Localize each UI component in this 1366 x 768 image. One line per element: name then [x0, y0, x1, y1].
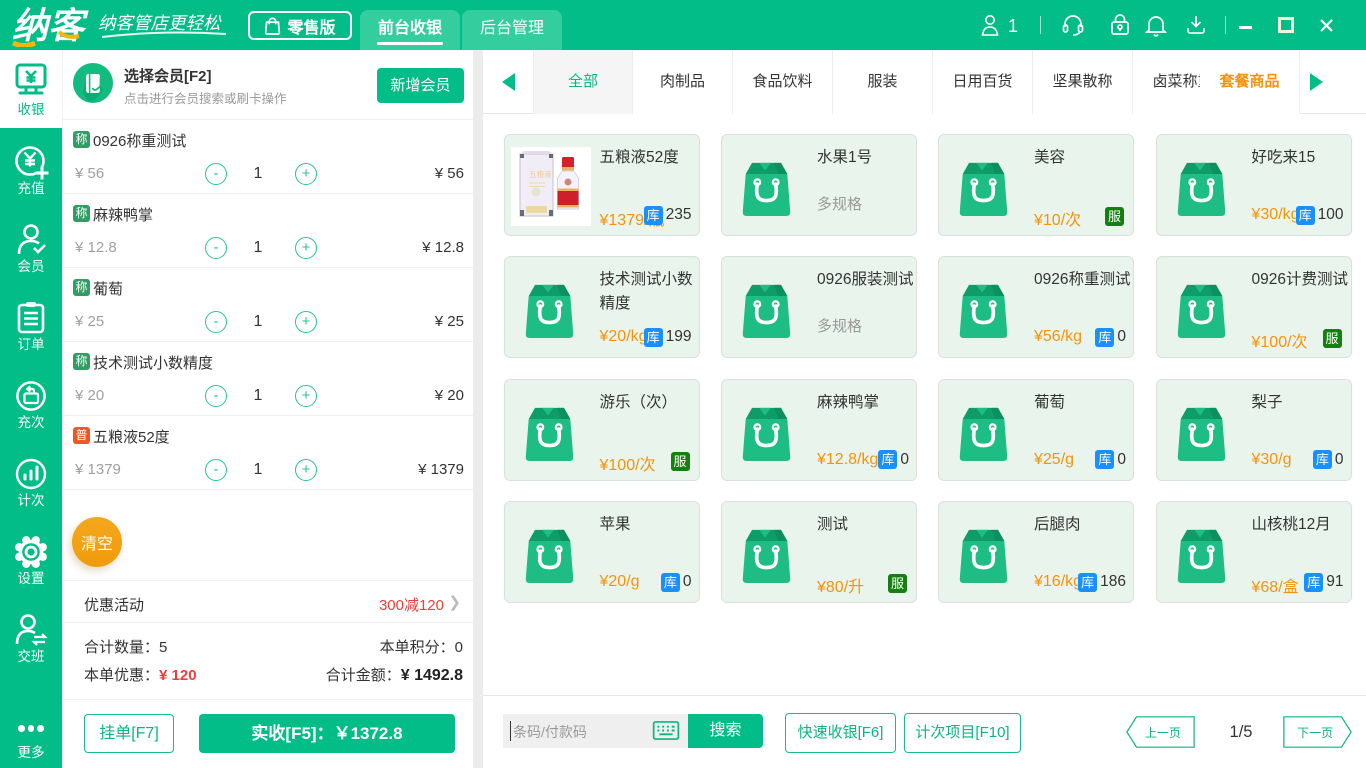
svg-text:纳客: 纳客 — [12, 5, 89, 46]
svg-text:下一页: 下一页 — [1297, 726, 1333, 740]
svg-text:上一页: 上一页 — [1145, 726, 1181, 740]
svg-text:纳客管店更轻松: 纳客管店更轻松 — [98, 13, 222, 33]
svg-text:五粮液: 五粮液 — [529, 169, 552, 179]
svg-text:1: 1 — [1008, 16, 1018, 36]
